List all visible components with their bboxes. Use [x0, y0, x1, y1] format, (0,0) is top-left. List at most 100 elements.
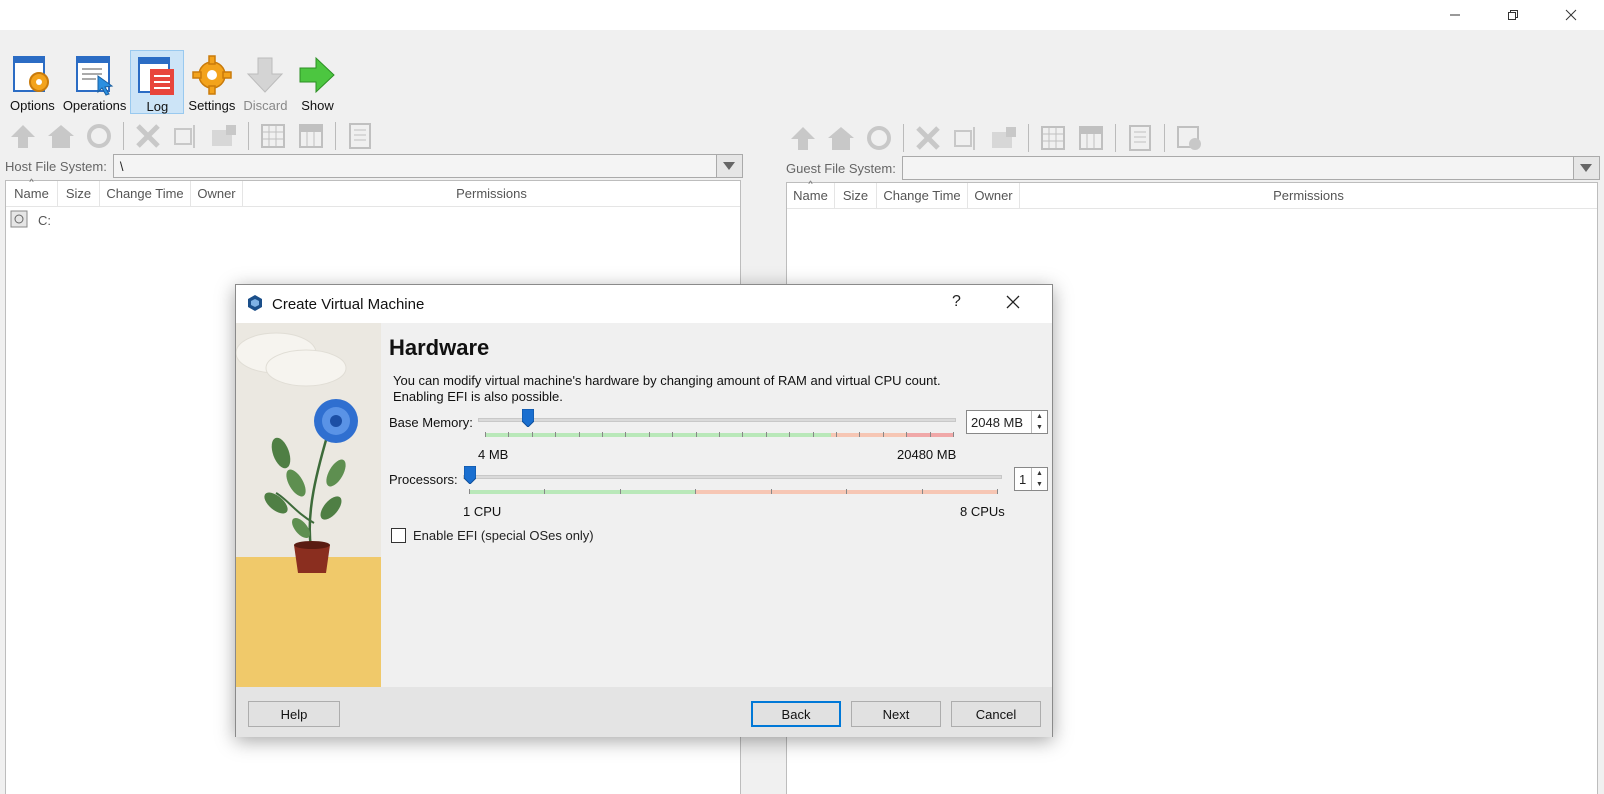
scale-tick: [579, 432, 580, 437]
select-all-icon[interactable]: [1036, 122, 1070, 154]
drive-icon: [10, 210, 28, 231]
chevron-down-icon: [1580, 164, 1593, 172]
rename-icon[interactable]: [169, 120, 203, 152]
guest-col-size[interactable]: Size: [835, 183, 877, 208]
memory-value[interactable]: 2048 MB: [967, 415, 1031, 430]
next-button[interactable]: Next: [851, 701, 941, 727]
select-all-icon[interactable]: [256, 120, 290, 152]
drive-name: C:: [38, 212, 51, 228]
up-icon[interactable]: [786, 122, 820, 154]
cpu-value[interactable]: 1: [1015, 472, 1031, 487]
help-icon[interactable]: ?: [952, 293, 961, 311]
settings-button[interactable]: Settings: [184, 50, 239, 114]
show-label: Show: [301, 98, 334, 113]
options-button[interactable]: Options: [6, 50, 59, 114]
scale-tick: [997, 489, 998, 494]
guest-col-permissions[interactable]: Permissions: [1020, 183, 1597, 208]
scale-tick: [602, 432, 603, 437]
scale-safe-zone: [485, 433, 831, 437]
spin-up-icon[interactable]: ▲: [1032, 411, 1047, 422]
properties-icon[interactable]: [343, 120, 377, 152]
cpu-slider-thumb[interactable]: [463, 465, 477, 485]
log-label: Log: [146, 99, 169, 114]
cancel-button[interactable]: Cancel: [951, 701, 1041, 727]
guest-col-change-time[interactable]: Change Time: [877, 183, 968, 208]
operations-button[interactable]: Operations: [59, 50, 131, 114]
restore-icon[interactable]: [1490, 0, 1536, 30]
scale-tick: [883, 432, 884, 437]
host-table-header: ^ Name Size Change Time Owner Permission…: [6, 177, 740, 207]
guest-toolbar: [786, 122, 1206, 154]
guest-path-dropdown[interactable]: [1573, 156, 1600, 180]
up-icon[interactable]: [6, 120, 40, 152]
scale-tick: [532, 432, 533, 437]
close-icon[interactable]: [1548, 0, 1594, 30]
virtualbox-logo-icon: [246, 294, 264, 315]
session-settings-icon[interactable]: [1172, 122, 1206, 154]
refresh-icon[interactable]: [862, 122, 896, 154]
spin-up-icon[interactable]: ▲: [1032, 468, 1047, 479]
chevron-down-icon: [723, 162, 736, 170]
delete-icon[interactable]: [131, 120, 165, 152]
log-button[interactable]: Log: [130, 50, 185, 114]
home-icon[interactable]: [824, 122, 858, 154]
scale-tick: [672, 432, 673, 437]
wizard-illustration: [236, 323, 381, 687]
new-folder-icon[interactable]: [207, 120, 241, 152]
delete-icon[interactable]: [911, 122, 945, 154]
properties-icon[interactable]: [1123, 122, 1157, 154]
host-col-permissions[interactable]: Permissions: [243, 181, 740, 206]
invert-selection-icon[interactable]: [1074, 122, 1108, 154]
home-icon[interactable]: [44, 120, 78, 152]
guest-table-header: ^ Name Size Change Time Owner Permission…: [787, 179, 1597, 209]
host-path-input[interactable]: \: [112, 154, 717, 178]
log-list-icon: [135, 55, 179, 97]
page-description: You can modify virtual machine's hardwar…: [393, 373, 941, 404]
efi-checkbox[interactable]: [391, 528, 406, 543]
efi-label: Enable EFI (special OSes only): [413, 528, 594, 543]
cpu-spinbox[interactable]: 1 ▲ ▼: [1014, 467, 1048, 491]
close-icon[interactable]: [1006, 295, 1020, 312]
cpu-slider-track[interactable]: [463, 475, 1002, 479]
host-col-name[interactable]: ^ Name: [6, 177, 58, 206]
host-path-label: Host File System:: [5, 158, 107, 174]
memory-slider-thumb[interactable]: [521, 408, 535, 428]
host-col-size[interactable]: Size: [58, 181, 100, 206]
memory-slider-track[interactable]: [478, 418, 956, 422]
rename-icon[interactable]: [949, 122, 983, 154]
scale-tick: [469, 489, 470, 494]
invert-selection-icon[interactable]: [294, 120, 328, 152]
cpu-slider-scale: [469, 489, 998, 494]
back-button[interactable]: Back: [751, 701, 841, 727]
scale-tick: [695, 489, 696, 494]
guest-col-name[interactable]: ^ Name: [787, 179, 835, 208]
guest-col-owner[interactable]: Owner: [968, 183, 1020, 208]
table-row[interactable]: C:: [6, 207, 740, 233]
scale-tick: [922, 489, 923, 494]
show-button[interactable]: Show: [291, 50, 343, 114]
efi-checkbox-row[interactable]: Enable EFI (special OSes only): [391, 528, 594, 543]
host-toolbar: [6, 120, 377, 152]
host-col-owner[interactable]: Owner: [191, 181, 243, 206]
options-gear-icon: [10, 54, 54, 96]
help-button[interactable]: Help: [248, 701, 340, 727]
minimize-icon[interactable]: [1432, 0, 1478, 30]
scale-tick: [742, 432, 743, 437]
scale-safe-zone: [469, 490, 696, 494]
scale-tick: [859, 432, 860, 437]
refresh-icon[interactable]: [82, 120, 116, 152]
spin-down-icon[interactable]: ▼: [1032, 422, 1047, 433]
gear-icon: [190, 54, 234, 96]
scale-tick: [625, 432, 626, 437]
memory-spinbox[interactable]: 2048 MB ▲ ▼: [966, 410, 1048, 434]
scale-tick: [555, 432, 556, 437]
settings-label: Settings: [188, 98, 236, 113]
scale-tick: [508, 432, 509, 437]
new-folder-icon[interactable]: [987, 122, 1021, 154]
guest-path-input[interactable]: [901, 156, 1574, 180]
cpu-min-label: 1 CPU: [463, 504, 502, 519]
spin-down-icon[interactable]: ▼: [1032, 479, 1047, 490]
discard-button[interactable]: Discard: [239, 50, 291, 114]
host-path-dropdown[interactable]: [716, 154, 743, 178]
host-col-change-time[interactable]: Change Time: [100, 181, 191, 206]
